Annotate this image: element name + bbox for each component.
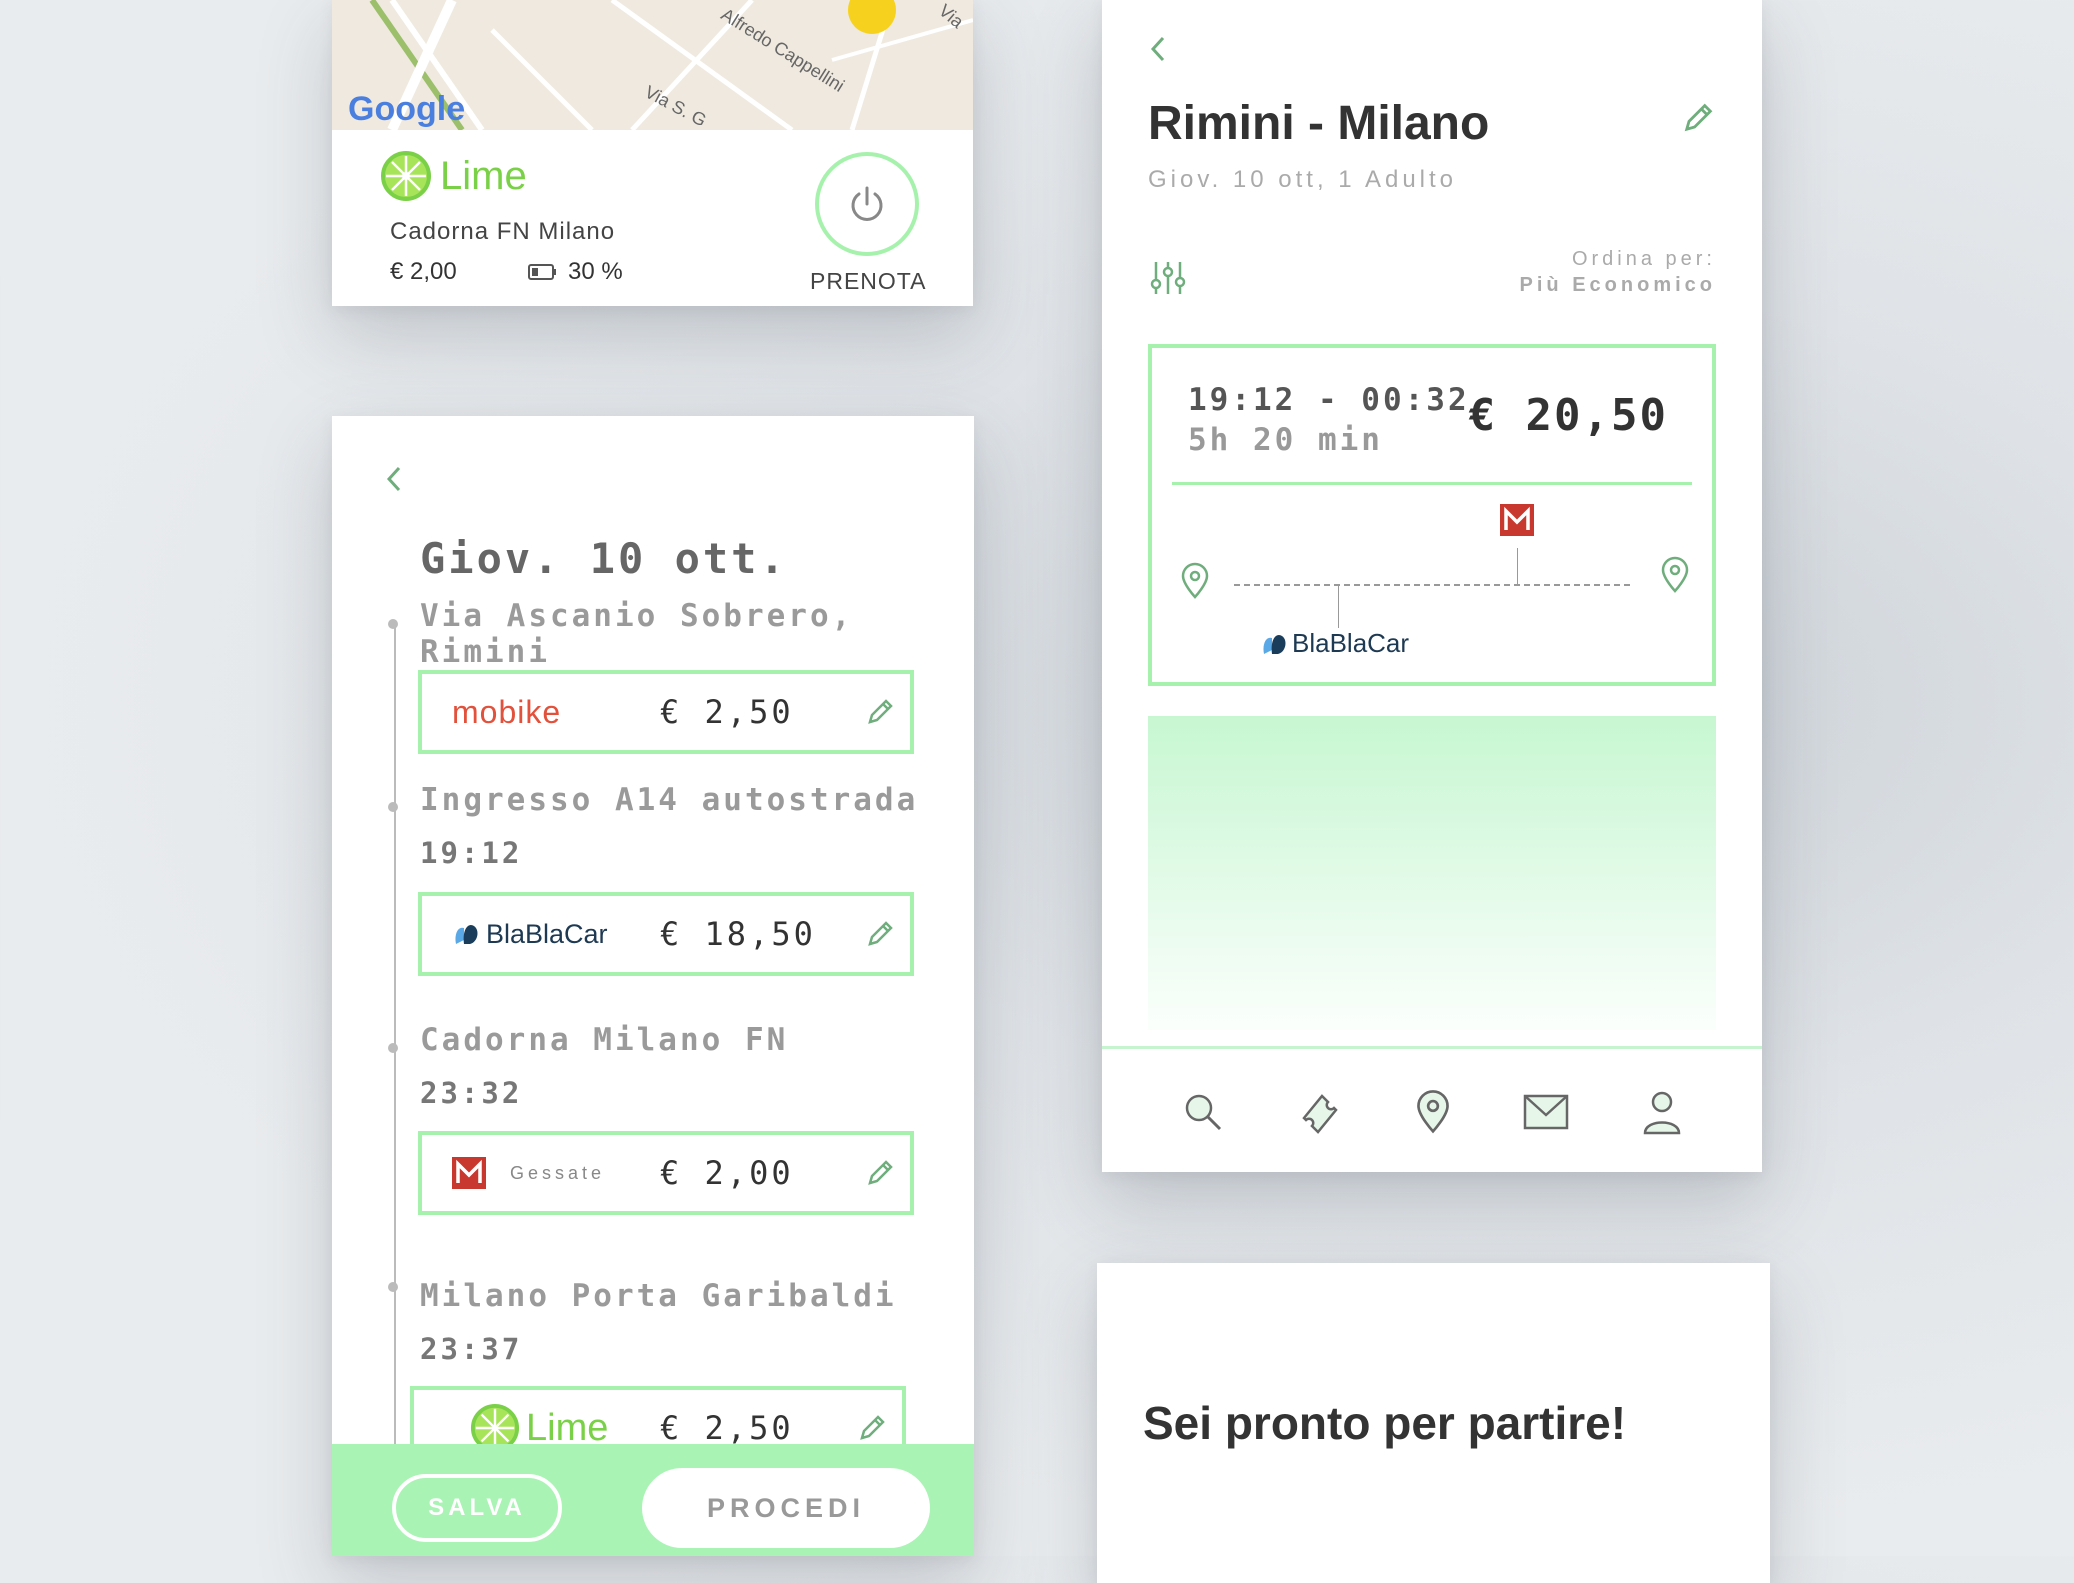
lime-brand: Lime — [380, 150, 527, 202]
provider-label: BlaBlaCar — [486, 918, 608, 949]
google-logo: Google — [348, 90, 466, 128]
timeline-line — [394, 620, 396, 1460]
pencil-icon[interactable] — [856, 1412, 888, 1444]
map-view[interactable]: Google Alfredo Cappellini Via S. G Via — [332, 0, 973, 130]
stop-time: 23:32 — [420, 1076, 523, 1110]
blablacar-logo: BlaBlaCar — [1260, 628, 1409, 659]
provider-label: BlaBlaCar — [1292, 628, 1410, 658]
result-divider — [1172, 482, 1692, 485]
search-icon[interactable] — [1181, 1090, 1225, 1134]
mail-icon[interactable] — [1522, 1093, 1570, 1131]
route-subtitle: Giov. 10 ott, 1 Adulto — [1148, 166, 1458, 193]
provider-label: mobike — [452, 693, 562, 730]
stop-time: 19:12 — [420, 836, 523, 870]
ticket-icon[interactable] — [1296, 1088, 1344, 1136]
filter-sliders-icon[interactable] — [1148, 258, 1188, 298]
stop-name: Cadorna Milano FN — [420, 1022, 789, 1058]
battery-value: 30 % — [568, 258, 623, 285]
battery-icon — [528, 263, 558, 281]
user-icon[interactable] — [1641, 1089, 1683, 1135]
stop-name: Milano Porta Garibaldi — [420, 1278, 897, 1314]
segment-metro[interactable]: Gessate € 2,00 — [418, 1131, 914, 1215]
pencil-icon[interactable] — [864, 696, 896, 728]
route-tick — [1338, 584, 1339, 628]
stop-name: Ingresso A14 autostrada — [420, 782, 919, 818]
search-results-card: Rimini - Milano Giov. 10 ott, 1 Adulto O… — [1102, 0, 1762, 1172]
metro-logo: Gessate — [452, 1135, 605, 1211]
blablacar-icon — [452, 920, 482, 948]
pencil-icon[interactable] — [1680, 100, 1716, 136]
bottom-tab-bar — [1102, 1052, 1762, 1172]
segment-price: € 2,00 — [660, 1154, 794, 1192]
loading-placeholder — [1148, 716, 1716, 1030]
power-icon — [845, 182, 889, 226]
timeline-dot — [388, 619, 398, 629]
lime-brand-label: Lime — [440, 153, 527, 198]
route-line — [1234, 584, 1630, 586]
result-times: 19:12 - 00:32 — [1188, 382, 1470, 418]
segment-blablacar[interactable]: BlaBlaCar € 18,50 — [418, 892, 914, 976]
mobike-logo: mobike — [452, 674, 561, 750]
chevron-left-icon[interactable] — [1148, 34, 1168, 64]
scooter-price: € 2,00 — [390, 258, 457, 285]
book-power-button[interactable] — [815, 152, 919, 256]
route-title: Rimini - Milano — [1148, 97, 1490, 150]
timeline-dot — [388, 802, 398, 812]
save-button[interactable]: SALVA — [392, 1474, 562, 1542]
pencil-icon[interactable] — [864, 918, 896, 950]
tabbar-divider — [1102, 1046, 1762, 1049]
journey-detail-card: Giov. 10 ott. Via Ascanio Sobrero, Rimin… — [332, 416, 974, 1556]
metro-m-icon — [1500, 504, 1534, 536]
pencil-icon[interactable] — [864, 1157, 896, 1189]
proceed-button[interactable]: PROCEDI — [642, 1468, 930, 1548]
chevron-left-icon[interactable] — [384, 464, 404, 494]
ready-heading: Sei pronto per partire! — [1143, 1397, 1627, 1449]
stop-time: 23:37 — [420, 1332, 523, 1366]
battery-level: 30 % — [528, 258, 623, 286]
result-duration: 5h 20 min — [1188, 422, 1383, 458]
metro-direction: Gessate — [510, 1162, 606, 1183]
metro-m-icon — [452, 1157, 486, 1189]
destination-pin-icon — [1660, 556, 1690, 594]
timeline-dot — [388, 1043, 398, 1053]
book-button-label: PRENOTA — [810, 268, 927, 294]
timeline-dot — [388, 1282, 398, 1292]
segment-price: € 2,50 — [660, 693, 794, 731]
ready-card: Sei pronto per partire! — [1097, 1263, 1770, 1583]
lime-logo-icon — [380, 150, 432, 202]
sort-label: Ordina per: — [1571, 248, 1716, 270]
origin-pin-icon — [1180, 562, 1210, 600]
location-pin-icon[interactable] — [1414, 1089, 1452, 1135]
sort-value[interactable]: Più Economico — [1520, 274, 1716, 297]
segment-price: € 18,50 — [660, 915, 816, 953]
result-item[interactable]: 19:12 - 00:32 5h 20 min € 20,50 BlaBlaCa… — [1148, 344, 1716, 686]
station-name: Cadorna FN Milano — [390, 218, 616, 245]
blablacar-logo: BlaBlaCar — [452, 896, 608, 972]
stop-name: Via Ascanio Sobrero, Rimini — [420, 598, 854, 670]
segment-mobike[interactable]: mobike € 2,50 — [418, 670, 914, 754]
result-price: € 20,50 — [1468, 390, 1668, 441]
route-tick — [1517, 548, 1518, 584]
blablacar-icon — [1260, 630, 1290, 658]
journey-date: Giov. 10 ott. — [420, 534, 788, 583]
lime-booking-card: Google Alfredo Cappellini Via S. G Via L… — [332, 0, 973, 306]
